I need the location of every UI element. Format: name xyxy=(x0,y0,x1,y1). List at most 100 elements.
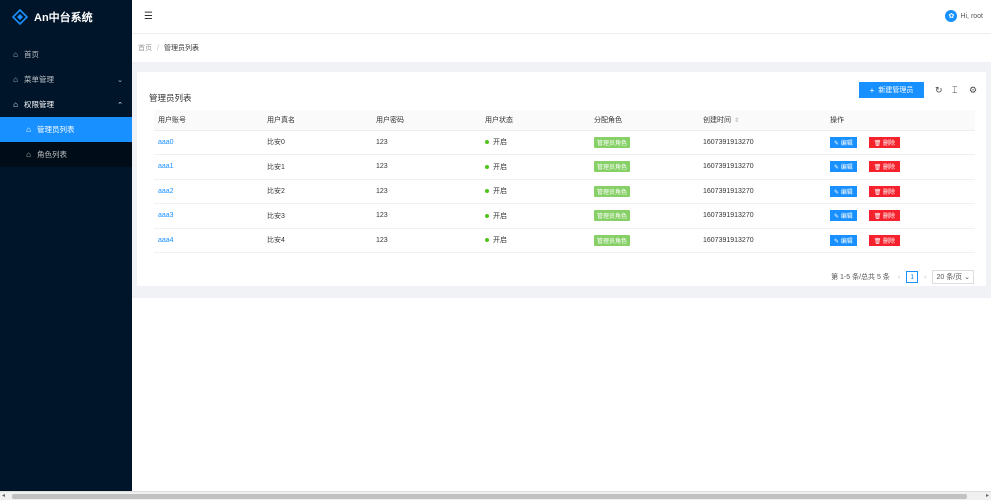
sidebar-item-home[interactable]: ⌂ 首页 xyxy=(0,42,132,67)
status-cell: 开启 xyxy=(481,203,590,229)
edit-label: 编辑 xyxy=(840,214,853,221)
table-row: aaa3 比安3 123 开启 管理员角色 1607391913270 ✎ 编辑… xyxy=(154,203,975,229)
edit-label: 编辑 xyxy=(840,238,853,245)
password-cell: 123 xyxy=(372,154,481,180)
status-dot xyxy=(485,140,489,145)
edit-icon: ✎ xyxy=(834,238,841,245)
delete-button[interactable]: 🗑 删除 xyxy=(868,234,901,246)
page-size-value: 20 条/页 xyxy=(936,274,963,281)
edit-button[interactable]: ✎ 编辑 xyxy=(830,234,857,246)
table-row: aaa0 比安0 123 开启 管理员角色 1607391913270 ✎ 编辑… xyxy=(154,130,975,155)
breadcrumb-home[interactable]: 首页 xyxy=(138,43,152,53)
edit-icon: ✎ xyxy=(834,189,841,196)
account-link[interactable]: aaa3 xyxy=(154,203,263,229)
actions-cell: ✎ 编辑 🗑 删除 xyxy=(826,154,975,180)
role-cell: 管理员角色 xyxy=(590,179,699,204)
delete-label: 删除 xyxy=(883,140,896,147)
status-dot xyxy=(485,164,489,169)
delete-label: 删除 xyxy=(883,189,896,196)
status-text: 开启 xyxy=(493,139,507,147)
edit-label: 编辑 xyxy=(840,165,853,172)
status-cell: 开启 xyxy=(481,130,590,155)
delete-button[interactable]: 🗑 删除 xyxy=(868,185,901,197)
table-row: aaa2 比安2 123 开启 管理员角色 1607391913270 ✎ 编辑… xyxy=(154,179,975,204)
sidebar-item-admin-list[interactable]: ⌂ 管理员列表 xyxy=(0,117,132,142)
edit-button[interactable]: ✎ 编辑 xyxy=(830,161,857,173)
password-cell: 123 xyxy=(372,179,481,204)
edit-button[interactable]: ✎ 编辑 xyxy=(830,210,857,222)
add-admin-label: 新建管理员 xyxy=(878,87,914,94)
admin-table: 用户账号 用户真名 用户密码 用户状态 分配角色 创建时间 ⇕ 操作 aaa0 比… xyxy=(154,110,975,253)
sidebar-item-permission-management[interactable]: ⌂ 权限管理 ⌃ xyxy=(0,92,132,117)
role-tag: 管理员角色 xyxy=(594,161,631,173)
delete-button[interactable]: 🗑 删除 xyxy=(868,210,901,222)
delete-button[interactable]: 🗑 删除 xyxy=(868,136,901,148)
setting-icon[interactable]: ⚙ xyxy=(969,85,977,96)
status-cell: 开启 xyxy=(481,179,590,204)
role-tag: 管理员角色 xyxy=(594,234,631,246)
plus-icon: + xyxy=(869,85,875,95)
edit-icon: ✎ xyxy=(834,140,841,147)
app-title: An中台系统 xyxy=(34,12,93,24)
sidebar-item-menu-management[interactable]: ⌂ 菜单管理 ⌄ xyxy=(0,67,132,92)
sidebar-item-role-list[interactable]: ⌂ 角色列表 xyxy=(0,142,132,167)
delete-icon: 🗑 xyxy=(873,238,884,245)
sort-icon[interactable]: ⇕ xyxy=(734,118,739,124)
name-cell: 比安4 xyxy=(263,228,372,253)
next-page-icon[interactable]: › xyxy=(924,274,926,281)
edit-label: 编辑 xyxy=(840,140,853,147)
column-header: 用户账号 xyxy=(154,110,263,131)
prev-page-icon[interactable]: ‹ xyxy=(898,274,900,281)
edit-icon: ✎ xyxy=(834,214,841,221)
horizontal-scrollbar[interactable]: ◂ ▸ xyxy=(0,491,991,500)
page-size-select[interactable]: 20 条/页 ⌄ xyxy=(932,270,974,284)
actions-cell: ✎ 编辑 🗑 删除 xyxy=(826,228,975,253)
status-text: 开启 xyxy=(493,188,507,196)
account-link[interactable]: aaa1 xyxy=(154,154,263,180)
pagination-summary: 第 1-5 条/总共 5 条 xyxy=(831,274,890,281)
content-area: 管理员列表 + 新建管理员 ↻ ⌶ ⚙ 用户账号 用户真名 用户密码 用户状态 … xyxy=(132,62,991,298)
user-greeting: Hi, root xyxy=(960,12,983,20)
scrollbar-thumb[interactable] xyxy=(12,494,967,499)
home-icon: ⌂ xyxy=(13,50,18,59)
scroll-right-icon[interactable]: ▸ xyxy=(986,492,989,499)
header: ☰ ✿ Hi, root xyxy=(132,0,991,34)
brand[interactable]: An中台系统 xyxy=(0,0,132,34)
status-cell: 开启 xyxy=(481,228,590,253)
password-cell: 123 xyxy=(372,203,481,229)
delete-label: 删除 xyxy=(883,165,896,172)
avatar: ✿ xyxy=(945,10,958,22)
reload-icon[interactable]: ↻ xyxy=(935,85,943,96)
name-cell: 比安0 xyxy=(263,130,372,155)
role-tag: 管理员角色 xyxy=(594,136,631,148)
chevron-down-icon: ⌄ xyxy=(117,76,123,84)
role-tag: 管理员角色 xyxy=(594,210,631,222)
add-admin-button[interactable]: + 新建管理员 xyxy=(859,82,924,98)
edit-button[interactable]: ✎ 编辑 xyxy=(830,136,857,148)
column-header-sortable[interactable]: 创建时间 ⇕ xyxy=(699,110,826,131)
chevron-down-icon: ⌄ xyxy=(964,274,970,281)
delete-icon: 🗑 xyxy=(873,189,884,196)
delete-icon: 🗑 xyxy=(873,140,884,147)
breadcrumb-separator: / xyxy=(157,44,159,52)
status-text: 开启 xyxy=(493,163,507,171)
account-link[interactable]: aaa0 xyxy=(154,130,263,155)
menu-fold-icon[interactable]: ☰ xyxy=(144,11,153,22)
edit-label: 编辑 xyxy=(840,189,853,196)
sidebar-item-label: 菜单管理 xyxy=(24,75,54,84)
table-row: aaa4 比安4 123 开启 管理员角色 1607391913270 ✎ 编辑… xyxy=(154,228,975,253)
account-link[interactable]: aaa2 xyxy=(154,179,263,204)
status-dot xyxy=(485,189,489,194)
column-height-icon[interactable]: ⌶ xyxy=(952,85,957,96)
status-cell: 开启 xyxy=(481,154,590,180)
delete-button[interactable]: 🗑 删除 xyxy=(868,161,901,173)
submenu: ⌂ 管理员列表 ⌂ 角色列表 xyxy=(0,117,132,167)
pagination: 第 1-5 条/总共 5 条 ‹ 1 › 20 条/页 ⌄ xyxy=(831,270,974,284)
page-number[interactable]: 1 xyxy=(906,271,919,283)
account-link[interactable]: aaa4 xyxy=(154,228,263,253)
edit-icon: ✎ xyxy=(834,165,841,172)
scroll-left-icon[interactable]: ◂ xyxy=(2,492,5,499)
user-menu[interactable]: ✿ Hi, root xyxy=(945,10,983,22)
delete-label: 删除 xyxy=(883,214,896,221)
edit-button[interactable]: ✎ 编辑 xyxy=(830,185,857,197)
